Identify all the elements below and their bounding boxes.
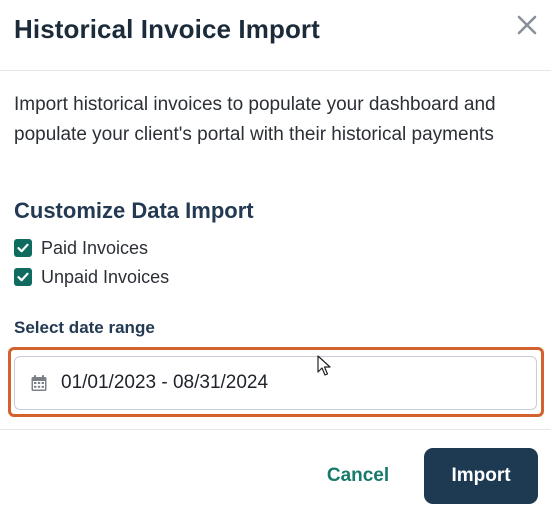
paid-invoices-checkbox[interactable] [14, 239, 32, 257]
dialog-header: Historical Invoice Import [0, 0, 551, 71]
paid-invoices-label: Paid Invoices [41, 237, 149, 258]
historical-invoice-import-dialog: Historical Invoice Import Import histori… [0, 0, 551, 519]
date-range-value: 01/01/2023 - 08/31/2024 [61, 372, 269, 393]
checkmark-icon [17, 243, 29, 253]
calendar-icon [31, 375, 47, 391]
footer-divider [0, 429, 551, 430]
close-button[interactable] [514, 12, 540, 38]
unpaid-invoices-label: Unpaid Invoices [41, 266, 170, 287]
dialog-description: Import historical invoices to populate y… [14, 94, 496, 145]
mouse-cursor-icon [317, 355, 331, 376]
checkmark-icon [17, 272, 29, 282]
section-title: Customize Data Import [14, 198, 254, 223]
unpaid-invoices-option[interactable]: Unpaid Invoices [14, 267, 169, 287]
date-range-label: Select date range [14, 318, 155, 337]
paid-invoices-option[interactable]: Paid Invoices [14, 238, 148, 258]
date-range-input[interactable]: 01/01/2023 - 08/31/2024 [14, 356, 537, 410]
dialog-title: Historical Invoice Import [14, 14, 320, 44]
import-button[interactable]: Import [424, 448, 538, 504]
close-icon [517, 15, 537, 35]
cancel-button[interactable]: Cancel [318, 458, 398, 494]
unpaid-invoices-checkbox[interactable] [14, 268, 32, 286]
